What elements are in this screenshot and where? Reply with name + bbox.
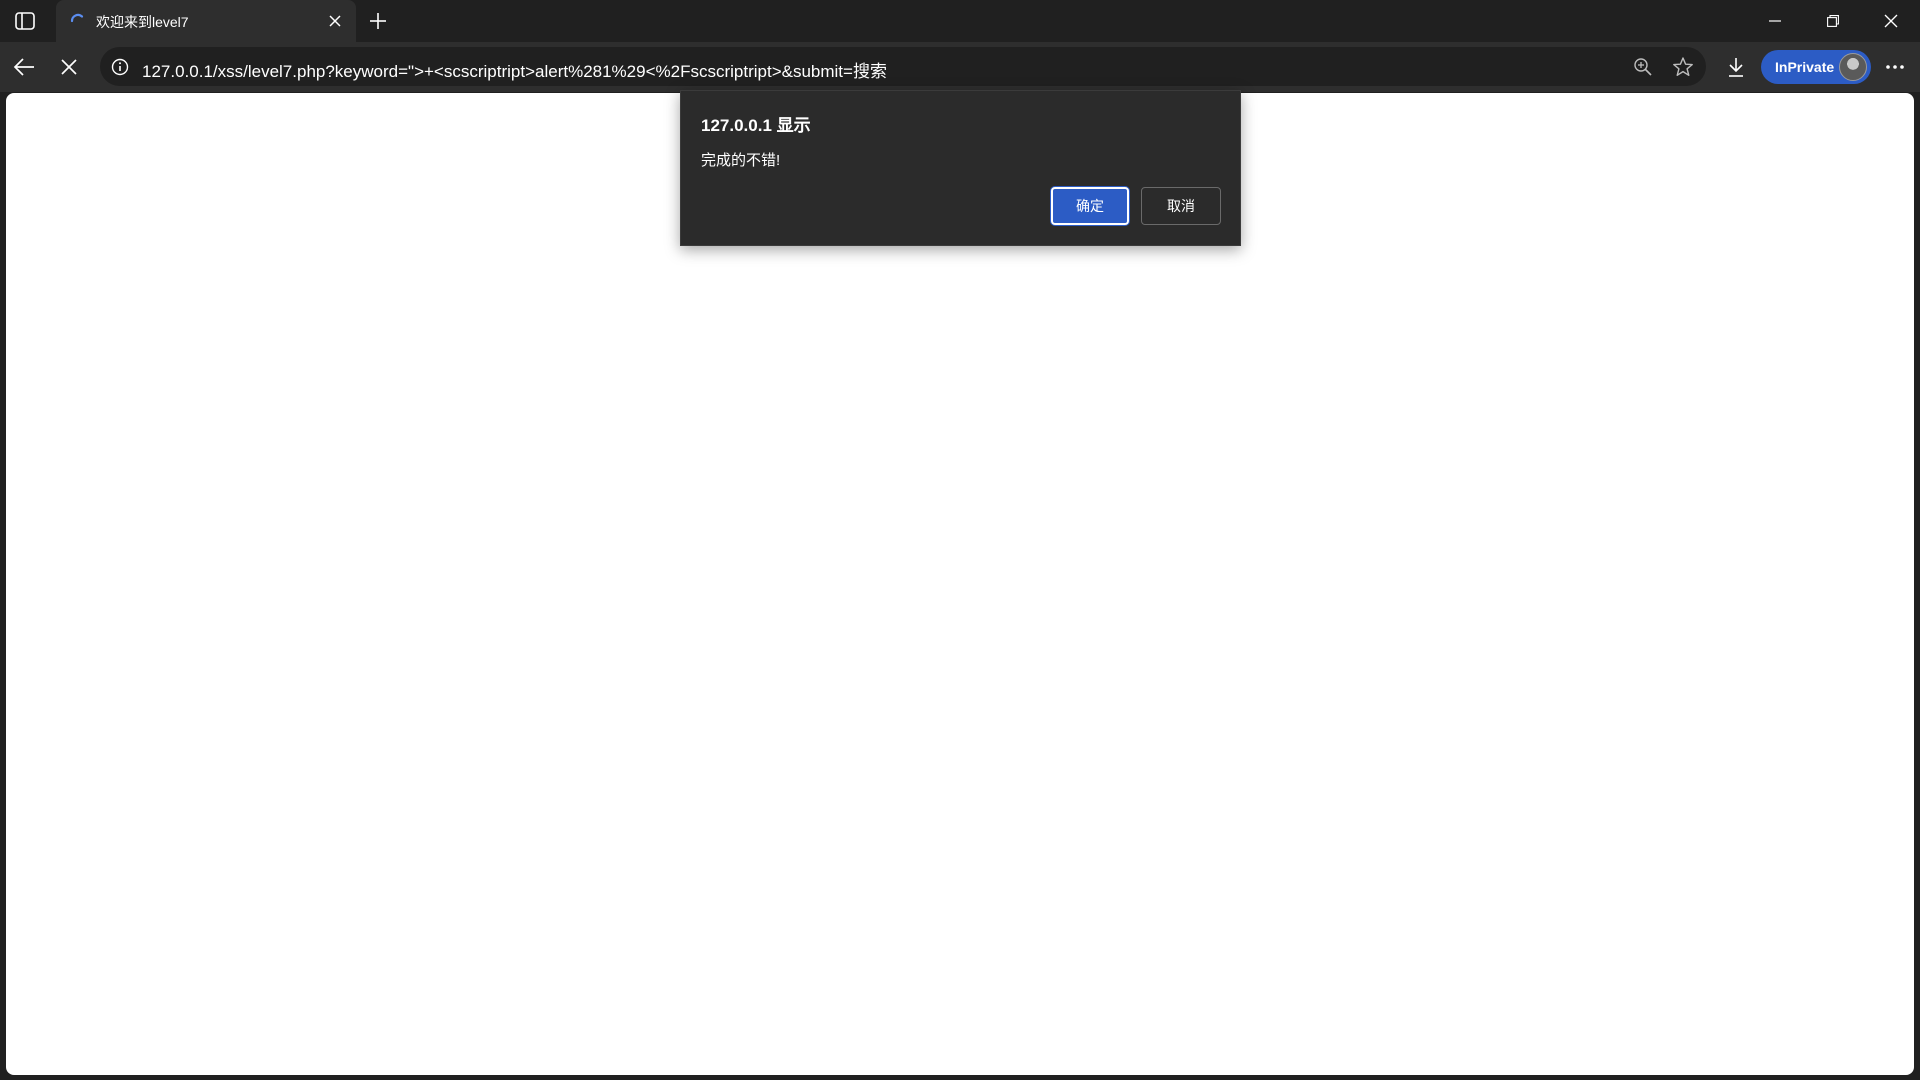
tab-title: 欢迎来到level7 bbox=[96, 14, 189, 30]
tab-strip: 欢迎来到level7 bbox=[0, 0, 1920, 42]
download-icon[interactable] bbox=[1720, 51, 1752, 83]
inprivate-label: InPrivate bbox=[1775, 59, 1835, 75]
more-icon[interactable] bbox=[1879, 51, 1911, 83]
window-close-icon[interactable] bbox=[1862, 0, 1920, 42]
dialog-message: 完成的不错! bbox=[701, 152, 781, 169]
sidebar-toggle-icon[interactable] bbox=[12, 9, 38, 33]
avatar bbox=[1839, 53, 1867, 81]
url-text[interactable]: 127.0.0.1/xss/level7.php?keyword=">+<scs… bbox=[142, 57, 887, 82]
star-icon[interactable] bbox=[1671, 55, 1695, 79]
inprivate-button[interactable]: InPrivate bbox=[1761, 50, 1871, 84]
toolbar: 127.0.0.1/xss/level7.php?keyword=">+<scs… bbox=[0, 42, 1920, 92]
plus-icon[interactable] bbox=[365, 8, 391, 34]
stop-icon[interactable] bbox=[53, 51, 85, 83]
cancel-button[interactable]: 取消 bbox=[1141, 187, 1221, 225]
zoom-icon[interactable] bbox=[1631, 55, 1655, 79]
loading-spinner-icon bbox=[68, 11, 88, 31]
dialog-title: 127.0.0.1 显示 bbox=[701, 116, 811, 135]
alert-dialog: 127.0.0.1 显示 完成的不错! 确定 取消 bbox=[680, 90, 1241, 246]
tab-active[interactable]: 欢迎来到level7 bbox=[56, 0, 356, 42]
back-arrow-icon[interactable] bbox=[8, 51, 40, 83]
info-icon[interactable] bbox=[110, 57, 130, 77]
ok-button[interactable]: 确定 bbox=[1051, 187, 1129, 225]
address-bar[interactable]: 127.0.0.1/xss/level7.php?keyword=">+<scs… bbox=[100, 47, 1706, 86]
close-icon[interactable] bbox=[324, 10, 346, 32]
minimize-icon[interactable] bbox=[1746, 0, 1804, 42]
restore-icon[interactable] bbox=[1804, 0, 1862, 42]
